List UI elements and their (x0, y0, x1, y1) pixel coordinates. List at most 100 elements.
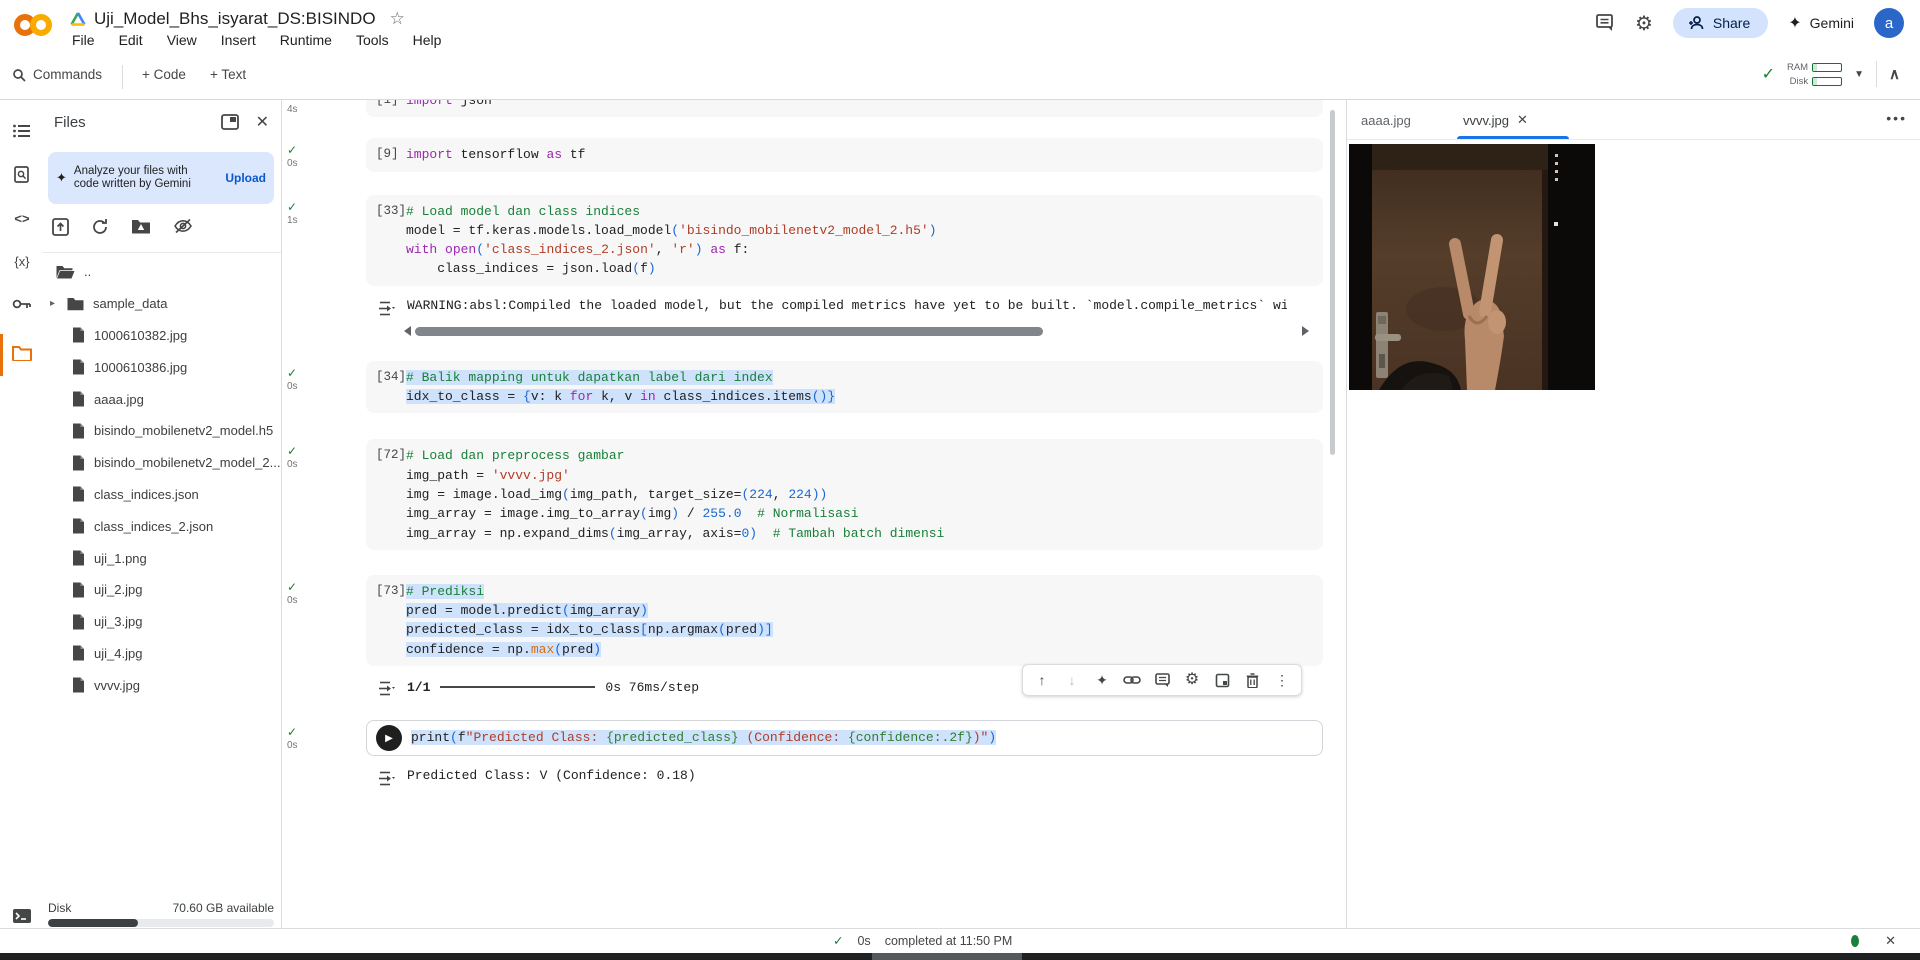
menu-view[interactable]: View (167, 32, 197, 48)
mirror-cell-icon[interactable] (1209, 667, 1235, 693)
run-cell-button[interactable]: ▶ (376, 725, 402, 752)
folder-row[interactable]: .. (42, 256, 281, 288)
file-row[interactable]: class_indices.json (42, 479, 281, 511)
collapse-toolbar-icon[interactable]: ∧ (1889, 65, 1900, 83)
code-cell[interactable]: ✓ 0s [72] # Load dan preprocess gambar img_p… (282, 439, 1327, 550)
link-icon[interactable] (1119, 667, 1145, 693)
open-in-new-tab-icon[interactable] (221, 114, 239, 130)
settings-icon[interactable]: ⚙ (1179, 667, 1205, 693)
file-row[interactable]: 1000610386.jpg (42, 351, 281, 383)
notebook-title[interactable]: Uji_Model_Bhs_isyarat_DS:BISINDO (94, 9, 376, 29)
gemini-spark-icon[interactable]: ✦ (1089, 667, 1115, 693)
execution-count[interactable]: [33] (366, 202, 406, 279)
output-icon[interactable] (378, 298, 395, 316)
move-up-icon[interactable]: ↑ (1029, 667, 1055, 693)
mount-drive-icon[interactable] (131, 218, 151, 236)
tabs-more-icon[interactable]: ••• (1886, 110, 1907, 126)
folder-row[interactable]: ▸ sample_data (42, 288, 281, 320)
execution-count[interactable]: [1] (366, 100, 406, 110)
file-row[interactable]: uji_4.jpg (42, 638, 281, 670)
gemini-button[interactable]: ✦ Gemini (1788, 13, 1854, 33)
file-row[interactable]: uji_1.png (42, 542, 281, 574)
output-icon[interactable] (378, 678, 395, 696)
comment-icon[interactable] (1149, 667, 1175, 693)
menu-file[interactable]: File (72, 32, 95, 48)
file-row[interactable]: aaaa.jpg (42, 383, 281, 415)
share-button[interactable]: Share (1672, 8, 1769, 38)
variables-icon[interactable]: {x} (9, 248, 35, 274)
menu-insert[interactable]: Insert (221, 32, 256, 48)
refresh-icon[interactable] (91, 218, 109, 236)
menu-edit[interactable]: Edit (119, 32, 143, 48)
execution-count[interactable]: [34] (366, 368, 406, 407)
tab-vvvv-jpg[interactable]: vvvv.jpg ✕ (1463, 100, 1528, 140)
file-name: vvvv.jpg (94, 677, 140, 693)
star-icon[interactable]: ☆ (390, 9, 405, 29)
file-row[interactable]: vvvv.jpg (42, 669, 281, 701)
comments-icon[interactable] (1595, 13, 1615, 33)
code-snippets-icon[interactable]: <> (9, 205, 35, 231)
table-of-contents-icon[interactable] (9, 118, 35, 144)
add-text-button[interactable]: + Text (210, 67, 246, 82)
add-code-button[interactable]: + Code (142, 67, 186, 82)
files-panel-title: Files (54, 114, 86, 131)
cell-code[interactable]: import tensorflow as tf (406, 145, 585, 164)
cell-code[interactable]: # Balik mapping untuk dapatkan label dar… (406, 368, 836, 407)
cell-code[interactable]: # Prediksi pred = model.predict(img_array… (406, 582, 773, 659)
settings-gear-icon[interactable]: ⚙ (1635, 11, 1653, 36)
files-folder-icon[interactable] (9, 340, 35, 366)
code-cell[interactable]: ✓ 0s [9] import tensorflow as tf (282, 138, 1327, 172)
execution-count[interactable]: [9] (366, 145, 406, 164)
tab-aaaa-jpg[interactable]: aaaa.jpg (1361, 100, 1411, 140)
code-cell[interactable]: ✓ 0s ▶ print(f"Predicted Class: {predicted_… (282, 720, 1327, 786)
more-icon[interactable]: ⋮ (1269, 667, 1295, 693)
file-row[interactable]: bisindo_mobilenetv2_model.h5 (42, 415, 281, 447)
cell-code[interactable]: print(f"Predicted Class: {predicted_clas… (411, 728, 997, 747)
file-icon (72, 582, 85, 598)
cell-check-icon: ✓ (287, 725, 298, 740)
find-replace-icon[interactable] (9, 162, 35, 188)
colab-logo-icon[interactable] (14, 10, 58, 42)
close-tab-icon[interactable]: ✕ (1517, 112, 1528, 128)
code-cell[interactable]: ✓ 1s [33] # Load model dan class indices mod… (282, 194, 1327, 337)
commands-button[interactable]: Commands (12, 67, 102, 82)
menu-runtime[interactable]: Runtime (280, 32, 332, 48)
menu-help[interactable]: Help (413, 32, 442, 48)
file-name: .. (84, 264, 92, 280)
execution-count[interactable]: [72] (366, 446, 406, 542)
cell-code[interactable]: import json (406, 100, 492, 110)
terminal-icon[interactable] (9, 903, 35, 929)
move-down-icon[interactable]: ↓ (1059, 667, 1085, 693)
file-row[interactable]: class_indices_2.json (42, 510, 281, 542)
file-name: uji_1.png (94, 550, 147, 566)
close-status-icon[interactable]: ✕ (1885, 933, 1896, 949)
resource-gauges[interactable]: RAM Disk (1787, 62, 1843, 87)
execution-count[interactable]: [73] (366, 582, 406, 659)
secrets-key-icon[interactable] (9, 291, 35, 317)
file-icon (72, 614, 85, 630)
file-row[interactable]: bisindo_mobilenetv2_model_2... (42, 447, 281, 479)
output-horizontal-scrollbar[interactable] (404, 326, 1309, 337)
file-name: aaaa.jpg (94, 391, 144, 407)
upload-file-icon[interactable] (52, 218, 69, 236)
cell-code[interactable]: # Load dan preprocess gambar img_path = '… (406, 446, 944, 542)
cell-output: Predicted Class: V (Confidence: 0.18) (366, 768, 1327, 786)
code-cell[interactable]: ✓ 4s [1]import json (282, 100, 1327, 118)
close-files-panel-icon[interactable]: ✕ (256, 112, 269, 132)
upload-link[interactable]: Upload (225, 171, 266, 185)
notebook-scrollbar[interactable] (1330, 110, 1335, 455)
output-icon[interactable] (378, 768, 395, 786)
expand-chevron-icon[interactable]: ▸ (50, 298, 58, 309)
avatar[interactable]: a (1874, 8, 1904, 38)
file-row[interactable]: 1000610382.jpg (42, 320, 281, 352)
delete-icon[interactable] (1239, 667, 1265, 693)
preview-panel: aaaa.jpg vvvv.jpg ✕ ••• (1346, 100, 1920, 928)
resources-dropdown-icon[interactable]: ▼ (1854, 69, 1864, 80)
file-row[interactable]: uji_3.jpg (42, 606, 281, 638)
file-row[interactable]: uji_2.jpg (42, 574, 281, 606)
hidden-files-eye-icon[interactable] (173, 218, 193, 236)
menu-tools[interactable]: Tools (356, 32, 389, 48)
cell-code[interactable]: # Load model dan class indices model = tf… (406, 202, 937, 279)
progress-count: 1/1 (407, 680, 431, 696)
code-cell[interactable]: ✓ 0s [34] # Balik mapping untuk dapatkan la… (282, 360, 1327, 414)
